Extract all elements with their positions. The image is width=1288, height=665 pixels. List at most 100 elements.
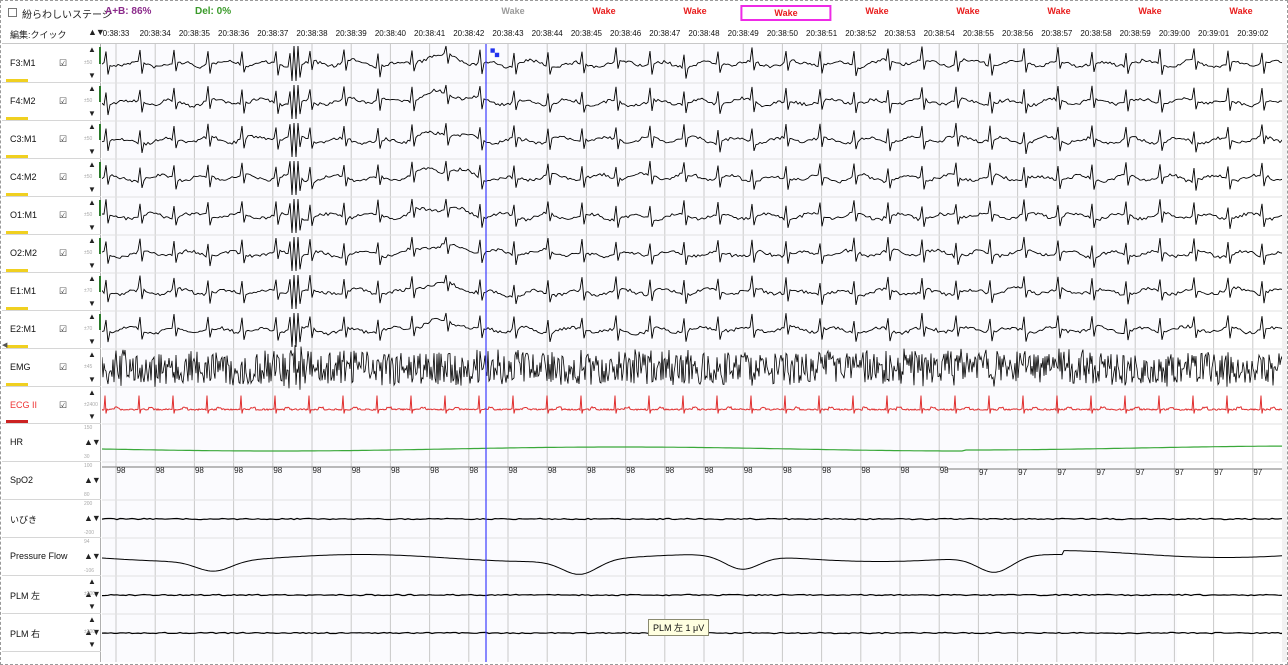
channel-row[interactable]: Pressure Flow ▲▼ 94 -106: [2, 538, 101, 576]
channel-visible-checkbox[interactable]: ☑: [59, 400, 67, 411]
scale-up-icon[interactable]: ▲: [88, 615, 96, 624]
channel-name: O1:M1: [10, 210, 38, 220]
stage-label[interactable]: Wake: [1138, 6, 1161, 16]
channel-gain-indicator: [99, 314, 101, 330]
channel-visible-checkbox[interactable]: ☑: [59, 324, 67, 335]
scale-down-icon[interactable]: ▼: [88, 147, 96, 156]
scale-up-icon[interactable]: ▲: [88, 236, 96, 245]
channel-visible-checkbox[interactable]: ☑: [59, 362, 67, 373]
time-tick-label: 20:38:42: [453, 29, 485, 38]
spo2-value: 98: [900, 466, 910, 475]
channel-visible-checkbox[interactable]: ☑: [59, 58, 67, 69]
ambiguous-stage-label: 紛らわしいステージ: [22, 10, 112, 21]
ab-agreement-metric: A+B: 86%: [105, 6, 152, 17]
scale-up-icon[interactable]: ▲: [88, 45, 96, 54]
scale-up-icon[interactable]: ▲: [88, 198, 96, 207]
time-tick-label: 20:38:45: [570, 29, 602, 38]
channel-row[interactable]: C3:M1 ☑ ▲ ▼ ±50: [2, 121, 101, 159]
channel-visible-checkbox[interactable]: ☑: [59, 248, 67, 259]
stage-label[interactable]: Wake: [1047, 6, 1070, 16]
channel-row[interactable]: O2:M2 ☑ ▲ ▼ ±50: [2, 235, 101, 273]
scale-down-icon[interactable]: ▼: [88, 71, 96, 80]
scale-updown-icon[interactable]: ▲▼: [84, 437, 101, 447]
time-tick-label: 20:38:55: [962, 29, 994, 38]
stage-label[interactable]: Wake: [501, 6, 524, 16]
channel-scale-bottom: -200: [84, 530, 95, 536]
time-tick-label: 20:38:57: [1041, 29, 1073, 38]
stage-label[interactable]: Wake: [865, 6, 888, 16]
channel-scale: ±50: [84, 136, 93, 142]
stage-label[interactable]: Wake: [592, 6, 615, 16]
channel-row[interactable]: F4:M2 ☑ ▲ ▼ ±50: [2, 83, 101, 121]
channel-name: PLM 右: [10, 629, 41, 639]
scale-up-icon[interactable]: ▲: [88, 274, 96, 283]
channel-row[interactable]: PLM 右 ▲▼ ±200 ▲ ▼: [2, 614, 101, 652]
channel-visible-checkbox[interactable]: ☑: [59, 134, 67, 145]
stage-label[interactable]: Wake: [1229, 6, 1252, 16]
collapse-panel-icon[interactable]: ◀: [2, 341, 7, 349]
channel-row[interactable]: E1:M1 ☑ ▲ ▼ ±70: [2, 273, 101, 311]
scale-down-icon[interactable]: ▼: [88, 261, 96, 270]
spo2-value: 97: [1214, 468, 1224, 477]
scale-up-icon[interactable]: ▲: [88, 388, 96, 397]
scale-down-icon[interactable]: ▼: [88, 602, 96, 611]
scale-up-icon[interactable]: ▲: [88, 160, 96, 169]
stage-header-bar: 紛らわしいステージ A+B: 86% Del: 0% Wake Wake Wake W…: [2, 2, 1287, 24]
channel-scale-top: 100: [84, 463, 93, 469]
scale-down-icon[interactable]: ▼: [88, 299, 96, 308]
stage-label[interactable]: Wake: [740, 5, 832, 21]
channel-row[interactable]: E2:M1 ☑ ▲ ▼ ±70: [2, 311, 101, 349]
scale-down-icon[interactable]: ▼: [88, 223, 96, 232]
channel-row[interactable]: F3:M1 ☑ ▲ ▼ ±50: [2, 44, 101, 83]
channel-row[interactable]: EMG ☑ ▲ ▼ ±45: [2, 349, 101, 387]
channel-visible-checkbox[interactable]: ☑: [59, 210, 67, 221]
channel-visible-checkbox[interactable]: ☑: [59, 172, 67, 183]
scale-up-icon[interactable]: ▲: [88, 350, 96, 359]
spo2-value: 98: [116, 466, 126, 475]
channel-row[interactable]: ECG II ☑ ▲ ▼ ±2400: [2, 387, 101, 424]
channel-visible-checkbox[interactable]: ☑: [59, 286, 67, 297]
channel-scale: ±50: [84, 59, 93, 66]
channel-name: Pressure Flow: [10, 551, 68, 561]
scale-updown-icon[interactable]: ▲▼: [84, 475, 101, 485]
channel-color-bar: [6, 269, 28, 272]
channel-row[interactable]: いびき ▲▼ 200 -200: [2, 500, 101, 538]
time-tick-label: 20:38:53: [884, 29, 916, 38]
time-tick-label: 20:38:58: [1080, 29, 1112, 38]
channel-row[interactable]: C4:M2 ☑ ▲ ▼ ±50: [2, 159, 101, 197]
scale-up-icon[interactable]: ▲: [88, 84, 96, 93]
scale-down-icon[interactable]: ▼: [88, 640, 96, 649]
scale-up-icon[interactable]: ▲: [88, 122, 96, 131]
channel-row[interactable]: HR ▲▼ 150 30: [2, 424, 101, 462]
vertical-scrollbar[interactable]: [1282, 44, 1287, 662]
channel-name: HR: [10, 437, 23, 447]
channel-row[interactable]: PLM 左 ▲▼ ±200 ▲ ▼: [2, 576, 101, 614]
channel-scale: ±200: [84, 629, 96, 635]
value-tooltip: PLM 左 1 μV: [648, 619, 710, 636]
time-tick-label: 20:38:51: [806, 29, 838, 38]
stage-label[interactable]: Wake: [683, 6, 706, 16]
scale-down-icon[interactable]: ▼: [88, 109, 96, 118]
scale-down-icon[interactable]: ▼: [88, 185, 96, 194]
channel-gain-indicator: [99, 86, 101, 102]
ambiguous-stage-checkbox[interactable]: [8, 8, 17, 17]
channel-name: C3:M1: [10, 134, 37, 144]
channel-visible-checkbox[interactable]: ☑: [59, 96, 67, 107]
channel-color-bar: [6, 231, 28, 234]
scale-updown-icon[interactable]: ▲▼: [84, 551, 101, 561]
scale-down-icon[interactable]: ▼: [88, 337, 96, 346]
scale-up-icon[interactable]: ▲: [88, 577, 96, 586]
channel-row[interactable]: O1:M1 ☑ ▲ ▼ ±50: [2, 197, 101, 235]
stage-label[interactable]: Wake: [956, 6, 979, 16]
sort-arrows-icon[interactable]: ▲▼: [88, 27, 105, 37]
scale-down-icon[interactable]: ▼: [88, 412, 96, 421]
time-tick-label: 20:38:39: [335, 29, 367, 38]
edit-mode-label[interactable]: 編集:クイック: [10, 28, 67, 41]
scale-updown-icon[interactable]: ▲▼: [84, 513, 101, 523]
psg-viewer-window: 紛らわしいステージ A+B: 86% Del: 0% Wake Wake Wake W…: [0, 0, 1288, 665]
channel-scale-bottom: 30: [84, 454, 90, 460]
scale-up-icon[interactable]: ▲: [88, 312, 96, 321]
scale-down-icon[interactable]: ▼: [88, 375, 96, 384]
channel-row[interactable]: SpO2 ▲▼ 100 80: [2, 462, 101, 500]
signal-plot-area[interactable]: 98 98 98 98 98 98 98 98 98 98 98 98 98 98 98 98 98 98 98 98…: [102, 44, 1286, 662]
